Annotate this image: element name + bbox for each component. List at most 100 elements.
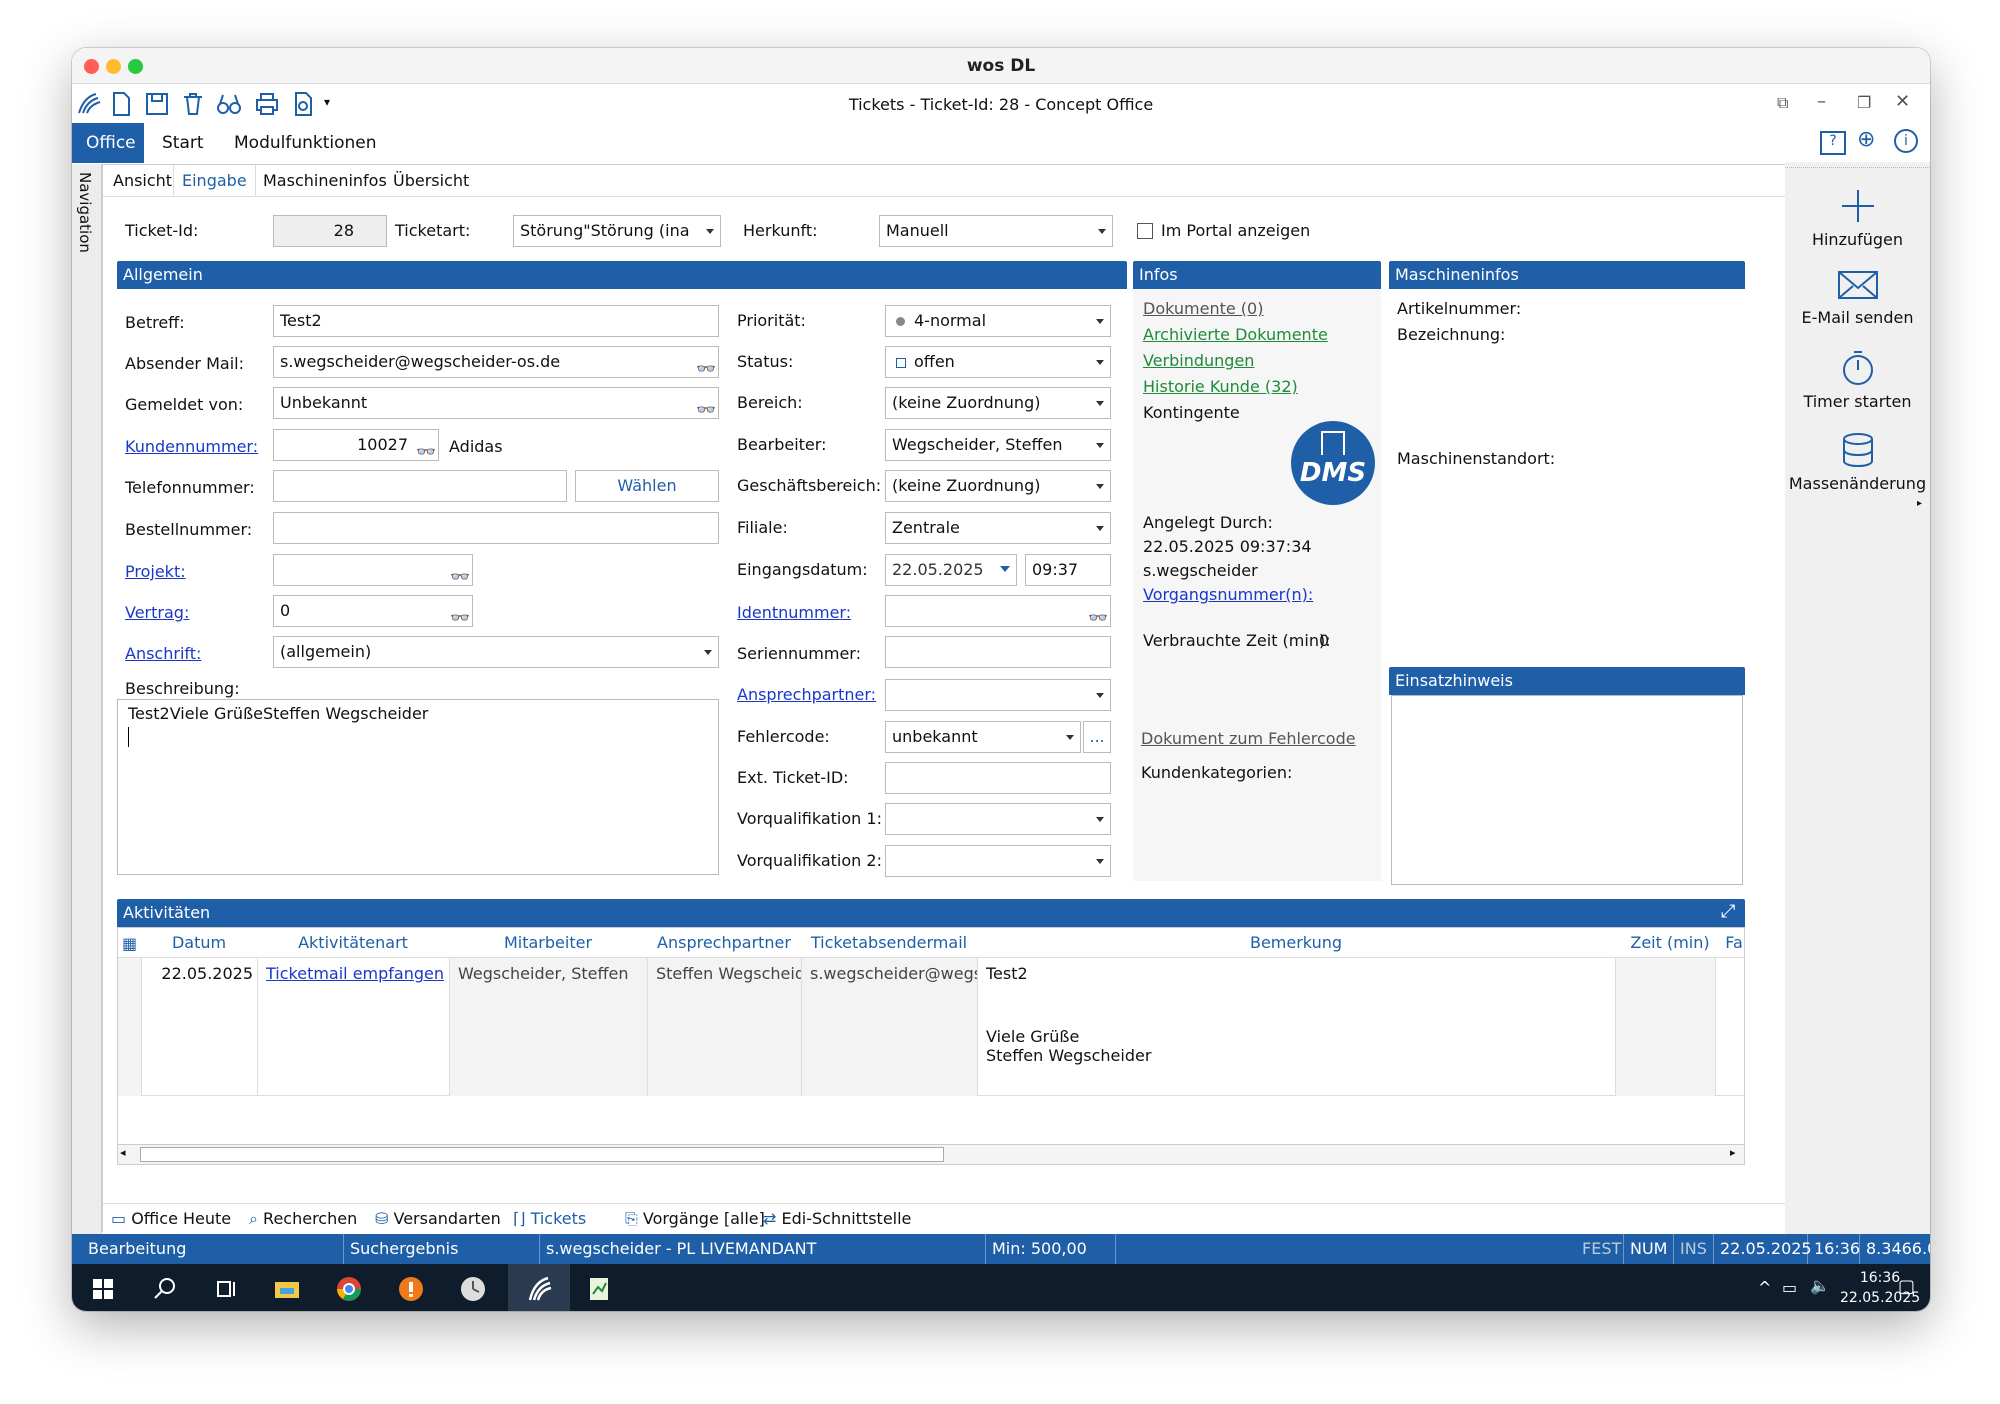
status-select[interactable]: offen — [885, 346, 1111, 378]
gemeldet-field[interactable]: Unbekannt 👓 — [273, 387, 719, 419]
ticketart-select[interactable]: Störung"Störung (ina — [513, 215, 721, 247]
tab-edi-schnittstelle[interactable]: ⇄ Edi-Schnittstelle — [763, 1204, 911, 1234]
restore-panel-icon[interactable]: ⧉ — [1777, 93, 1788, 113]
beschreibung-textarea[interactable]: Test2Viele GrüßeSteffen Wegscheider — [117, 699, 719, 875]
verbindungen-link[interactable]: Verbindungen — [1143, 351, 1254, 370]
tab-uebersicht[interactable]: Übersicht — [385, 165, 477, 197]
hinzufuegen-button[interactable]: Hinzufügen — [1785, 186, 1930, 249]
fehlercode-select[interactable]: unbekannt — [885, 721, 1081, 753]
col-ansprechpartner[interactable]: Ansprechpartner — [648, 928, 800, 958]
tab-recherchen[interactable]: ⌕ Recherchen — [249, 1204, 357, 1234]
vertrag-link[interactable]: Vertrag: — [125, 603, 189, 622]
telefon-field[interactable] — [273, 470, 567, 502]
menu-start[interactable]: Start — [148, 123, 218, 163]
kundennummer-link[interactable]: Kundennummer: — [125, 437, 258, 456]
prioritaet-select[interactable]: 4-normal — [885, 305, 1111, 337]
row-indicator[interactable] — [118, 958, 142, 1096]
col-ticketabsendermail[interactable]: Ticketabsendermail — [802, 928, 976, 958]
fehlercode-dokument-link[interactable]: Dokument zum Fehlercode — [1141, 729, 1356, 748]
spreadsheet-app-icon[interactable] — [584, 1274, 614, 1304]
menu-office[interactable]: Office — [72, 123, 144, 163]
einsatzhinweis-textarea[interactable] — [1391, 695, 1743, 885]
filiale-select[interactable]: Zentrale — [885, 512, 1111, 544]
chrome-icon[interactable] — [334, 1274, 364, 1304]
warning-app-icon[interactable] — [396, 1274, 426, 1304]
archivierte-dokumente-link[interactable]: Archivierte Dokumente — [1143, 325, 1328, 344]
vorqualifikation-1-select[interactable] — [885, 803, 1111, 835]
ext-ticket-id-field[interactable] — [885, 762, 1111, 794]
task-view-icon[interactable] — [212, 1274, 242, 1304]
vorgangsnummer-link[interactable]: Vorgangsnummer(n): — [1143, 585, 1313, 604]
maximize-icon[interactable]: ❐ — [1857, 93, 1871, 112]
concept-office-icon[interactable] — [524, 1274, 554, 1304]
scroll-left-icon[interactable]: ◂ — [120, 1146, 126, 1159]
kundennummer-field[interactable]: 10027 👓 — [273, 429, 439, 461]
col-datum[interactable]: Datum — [142, 928, 256, 958]
herkunft-select[interactable]: Manuell — [879, 215, 1113, 247]
vorqualifikation-2-select[interactable] — [885, 845, 1111, 877]
search-icon[interactable] — [150, 1274, 180, 1304]
cell-aktivitaetenart-link[interactable]: Ticketmail empfangen — [258, 958, 450, 1096]
anschrift-select[interactable]: (allgemein) — [273, 636, 719, 668]
geschaeftsbereich-select[interactable]: (keine Zuordnung) — [885, 470, 1111, 502]
globe-icon[interactable]: ⊕ — [1857, 127, 1875, 152]
tab-vorgaenge[interactable]: ⎘ Vorgänge [alle] — [625, 1204, 765, 1234]
file-explorer-icon[interactable] — [272, 1274, 302, 1304]
binoculars-icon[interactable]: 👓 — [696, 354, 716, 377]
binoculars-icon[interactable]: 👓 — [416, 437, 436, 460]
network-icon[interactable]: ▭ — [1782, 1278, 1797, 1297]
tray-chevron-icon[interactable]: ^ — [1758, 1278, 1771, 1297]
scroll-right-icon[interactable]: ▸ — [1730, 1146, 1736, 1159]
col-bemerkung[interactable]: Bemerkung — [978, 928, 1614, 958]
minimize-icon[interactable]: – — [1817, 91, 1826, 112]
info-icon[interactable]: i — [1894, 129, 1918, 153]
ansprechpartner-link[interactable]: Ansprechpartner: — [737, 685, 876, 704]
table-row[interactable]: 22.05.2025 Ticketmail empfangen Wegschei… — [118, 958, 1744, 1096]
portal-checkbox[interactable] — [1137, 223, 1153, 239]
volume-icon[interactable]: 🔈 — [1810, 1276, 1830, 1295]
tab-maschineninfos[interactable]: Maschineninfos — [255, 165, 395, 197]
timer-starten-button[interactable]: Timer starten — [1785, 348, 1930, 411]
calendar-dropdown-icon[interactable] — [1000, 566, 1010, 572]
panel-more-icon[interactable]: ▸ — [1917, 498, 1922, 509]
anschrift-link[interactable]: Anschrift: — [125, 644, 201, 663]
eingangsdatum-field[interactable]: 22.05.2025 — [885, 554, 1017, 586]
bereich-select[interactable]: (keine Zuordnung) — [885, 387, 1111, 419]
binoculars-icon[interactable]: 👓 — [696, 395, 716, 418]
binoculars-icon[interactable]: 👓 — [450, 562, 470, 585]
expand-icon[interactable]: ⤢ — [1721, 901, 1735, 922]
col-mitarbeiter[interactable]: Mitarbeiter — [450, 928, 646, 958]
tab-office-heute[interactable]: ▭ Office Heute — [111, 1204, 231, 1234]
windows-start-icon[interactable] — [88, 1274, 118, 1304]
help-icon[interactable]: ? — [1820, 131, 1846, 155]
vertrag-field[interactable]: 0 👓 — [273, 595, 473, 627]
binoculars-icon[interactable]: 👓 — [1088, 603, 1108, 626]
column-chooser-icon[interactable]: ▦ — [122, 934, 137, 953]
menu-modulfunktionen[interactable]: Modulfunktionen — [220, 123, 391, 163]
projekt-link[interactable]: Projekt: — [125, 562, 186, 581]
identnummer-field[interactable]: 👓 — [885, 595, 1111, 627]
email-senden-button[interactable]: E-Mail senden — [1785, 268, 1930, 327]
scroll-thumb[interactable] — [140, 1147, 944, 1162]
dokumente-link[interactable]: Dokumente (0) — [1143, 299, 1263, 318]
projekt-field[interactable]: 👓 — [273, 554, 473, 586]
eingangszeit-field[interactable]: 09:37 — [1025, 554, 1111, 586]
navigation-strip[interactable]: Navigation — [72, 164, 102, 1234]
notifications-icon[interactable]: ▢ — [1898, 1276, 1915, 1297]
bestellnummer-field[interactable] — [273, 512, 719, 544]
horizontal-scrollbar[interactable]: ◂ ▸ — [118, 1144, 1744, 1164]
bearbeiter-select[interactable]: Wegscheider, Steffen — [885, 429, 1111, 461]
fehlercode-more-button[interactable]: ... — [1083, 721, 1111, 753]
betreff-field[interactable]: Test2 — [273, 305, 719, 337]
col-aktivitaetenart[interactable]: Aktivitätenart — [258, 928, 448, 958]
massenaenderung-button[interactable]: Massenänderung — [1785, 430, 1930, 493]
tab-tickets[interactable]: ⌈⌋ Tickets — [513, 1204, 586, 1234]
absender-field[interactable]: s.wegscheider@wegscheider-os.de 👓 — [273, 346, 719, 378]
tab-versandarten[interactable]: ⛁ Versandarten — [375, 1204, 501, 1234]
ansprechpartner-select[interactable] — [885, 679, 1111, 711]
clock-app-icon[interactable] — [458, 1274, 488, 1304]
col-zeit[interactable]: Zeit (min) — [1628, 928, 1712, 958]
tab-ansicht[interactable]: Ansicht — [105, 165, 180, 197]
tab-eingabe[interactable]: Eingabe — [173, 165, 256, 197]
waehlen-button[interactable]: Wählen — [575, 470, 719, 502]
